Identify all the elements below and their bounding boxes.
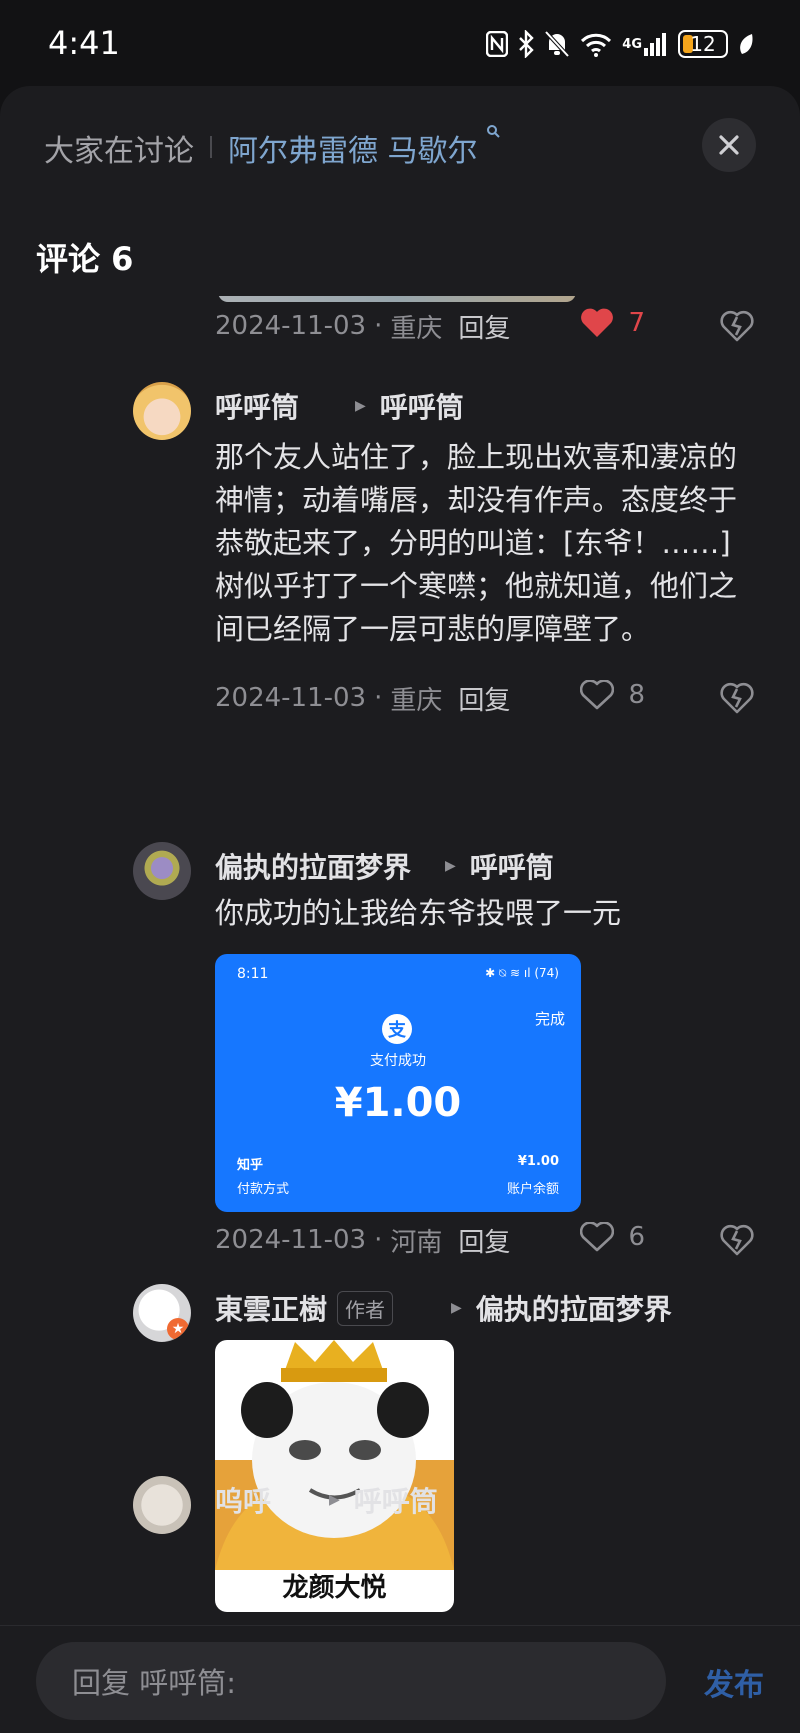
- reply-button[interactable]: 回复: [458, 680, 510, 717]
- reply-bar: 回复 呼呼筒: 发布: [0, 1625, 800, 1733]
- comments-title: 评论 6: [36, 240, 134, 278]
- status-icons: 4G 12: [486, 26, 754, 62]
- author-badge: 作者: [337, 1290, 394, 1326]
- reply-to-name[interactable]: 偏执的拉面梦界: [476, 1288, 672, 1328]
- reply-arrow-icon: ▶: [445, 858, 456, 874]
- pay-done-button: 完成: [534, 1010, 565, 1028]
- author-name[interactable]: 呼呼筒: [215, 386, 299, 426]
- reply-to-name[interactable]: 呼呼筒: [354, 1480, 438, 1520]
- payment-screenshot[interactable]: 8:11 ✱ ⍉ ≋ ıl (74) 完成 支 支付成功 ¥1.00 知乎 ¥1…: [215, 954, 581, 1212]
- close-button[interactable]: [702, 118, 756, 172]
- comment-location: 重庆: [390, 685, 443, 716]
- comment-meta: 2024-11-03 · 重庆 回复 7: [215, 308, 755, 344]
- author-name[interactable]: 東雲正樹: [215, 1288, 327, 1328]
- pay-status-time: 8:11: [237, 966, 269, 982]
- network-type: 4G: [622, 36, 642, 52]
- comment-location: 重庆: [390, 313, 443, 344]
- heart-icon: [580, 680, 615, 710]
- reply-button[interactable]: 回复: [458, 308, 510, 345]
- discussion-label: 大家在讨论: [44, 134, 194, 169]
- heart-filled-icon: [581, 308, 614, 337]
- comments-sheet: 大家在讨论 阿尔弗雷德 马歇尔 评论 6 2024-11-03 · 重庆 回复 …: [0, 86, 800, 1733]
- comment-header: 偏执的拉面梦界 ▶ 呼呼筒: [215, 846, 554, 886]
- meme-caption: 龙颜大悦: [282, 1573, 387, 1603]
- author-name[interactable]: 偏执的拉面梦界: [215, 846, 411, 886]
- comment-header: 東雲正樹 作者 ▶ 偏执的拉面梦界: [215, 1288, 672, 1328]
- status-time: 4:41: [48, 24, 120, 62]
- wifi-icon: [580, 29, 612, 59]
- comment-meta: 2024-11-03 · 河南 回复 6: [215, 1222, 755, 1258]
- reply-arrow-icon: ▶: [329, 1492, 340, 1508]
- pay-merchant: 知乎: [237, 1158, 264, 1173]
- author-star-icon: ★: [167, 1318, 189, 1340]
- pay-merchant-amount: ¥1.00: [517, 1154, 559, 1169]
- avatar[interactable]: [133, 1476, 191, 1534]
- comment-location: 广东: [390, 1622, 442, 1623]
- comment-meta: 2024-11-03 · 重庆 回复 8: [215, 680, 755, 716]
- pay-success-text: 支付成功: [370, 1053, 426, 1069]
- reply-arrow-icon: ▶: [451, 1300, 462, 1316]
- like-count: 8: [628, 680, 645, 710]
- avatar[interactable]: [133, 382, 191, 440]
- nfc-icon: [486, 29, 509, 59]
- like-button[interactable]: 8: [580, 680, 645, 710]
- like-count: 7: [628, 308, 645, 338]
- like-count: 6: [628, 1222, 645, 1252]
- avatar[interactable]: [133, 842, 191, 900]
- comment-location: 河南: [390, 1227, 443, 1258]
- cellular-signal-icon: 4G: [622, 29, 668, 59]
- pay-method-label: 付款方式: [237, 1182, 290, 1197]
- comment-date: 2024-11-03: [215, 683, 367, 713]
- battery-indicator: 12: [678, 30, 728, 58]
- comment-date: 2024-11-03: [215, 1225, 367, 1255]
- comment-image-partial[interactable]: [218, 296, 576, 302]
- status-bar: 4:41 4G 12: [0, 0, 800, 88]
- comment-feed[interactable]: 2024-11-03 · 重庆 回复 7 呼呼筒 ▶ 呼呼筒 那个友人站住了，脸…: [0, 296, 800, 1622]
- leaf-icon: [738, 29, 754, 59]
- reply-button[interactable]: 回复: [458, 1622, 510, 1623]
- reply-input[interactable]: 回复 呼呼筒:: [36, 1642, 666, 1720]
- topic-link[interactable]: 阿尔弗雷德 马歇尔: [228, 126, 478, 170]
- comment-text: 那个友人站住了，脸上现出欢喜和凄凉的神情；动着嘴唇，却没有作声。态度终于恭敬起来…: [215, 440, 738, 646]
- heart-icon: [580, 1222, 615, 1252]
- reply-arrow-icon: ▶: [355, 398, 366, 414]
- panda-emperor-meme: [215, 1340, 454, 1570]
- author-name[interactable]: 呜呼: [215, 1480, 271, 1520]
- comment-header: 呼呼筒 ▶ 呼呼筒: [215, 386, 464, 426]
- broken-heart-icon[interactable]: [719, 1222, 755, 1258]
- reply-button[interactable]: 回复: [458, 1222, 510, 1259]
- meme-image[interactable]: 龙颜大悦: [215, 1340, 454, 1612]
- close-icon: [719, 135, 739, 155]
- like-button[interactable]: 7: [580, 308, 645, 338]
- bluetooth-icon: [518, 29, 534, 59]
- pay-method-value: 账户余额: [506, 1182, 559, 1197]
- avatar[interactable]: ★: [133, 1284, 191, 1342]
- reply-to-name[interactable]: 呼呼筒: [380, 386, 464, 426]
- comment-header: 呜呼 ▶ 呼呼筒: [215, 1480, 438, 1520]
- publish-button[interactable]: 发布: [704, 1660, 764, 1704]
- broken-heart-icon[interactable]: [719, 680, 755, 716]
- like-button[interactable]: 6: [580, 1222, 645, 1252]
- broken-heart-icon[interactable]: [719, 308, 755, 344]
- topic-divider: [210, 136, 212, 158]
- search-icon[interactable]: [486, 124, 500, 138]
- alipay-logo-icon: 支: [382, 1014, 412, 1044]
- reply-to-name[interactable]: 呼呼筒: [470, 846, 554, 886]
- mute-bell-icon: [544, 29, 570, 59]
- pay-amount: ¥1.00: [334, 1080, 462, 1126]
- comment-date: 2024-11-03: [215, 311, 367, 341]
- pay-status-icons: ✱ ⍉ ≋ ıl (74): [485, 966, 559, 980]
- comment-text: 你成功的让我给东爷投喂了一元: [215, 896, 622, 930]
